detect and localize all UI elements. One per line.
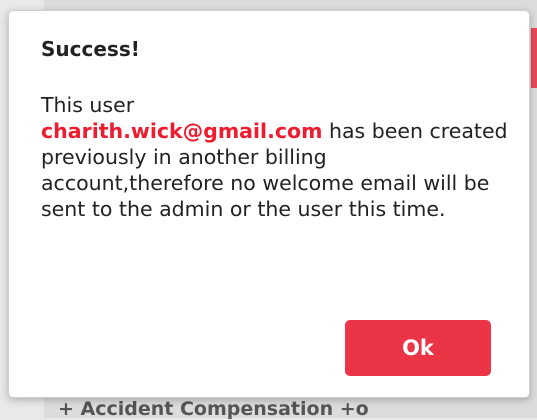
success-dialog: Success! This user charith.wick@gmail.co… (8, 10, 530, 398)
message-intro: This user (41, 93, 135, 117)
ok-button[interactable]: Ok (345, 320, 491, 376)
dialog-title: Success! (41, 37, 140, 61)
user-email: charith.wick@gmail.com (41, 119, 323, 143)
dialog-message: This user charith.wick@gmail.com has bee… (41, 92, 511, 222)
background-partial-text: + Accident Compensation +o (58, 398, 369, 420)
background-scroll-accent (531, 28, 537, 88)
